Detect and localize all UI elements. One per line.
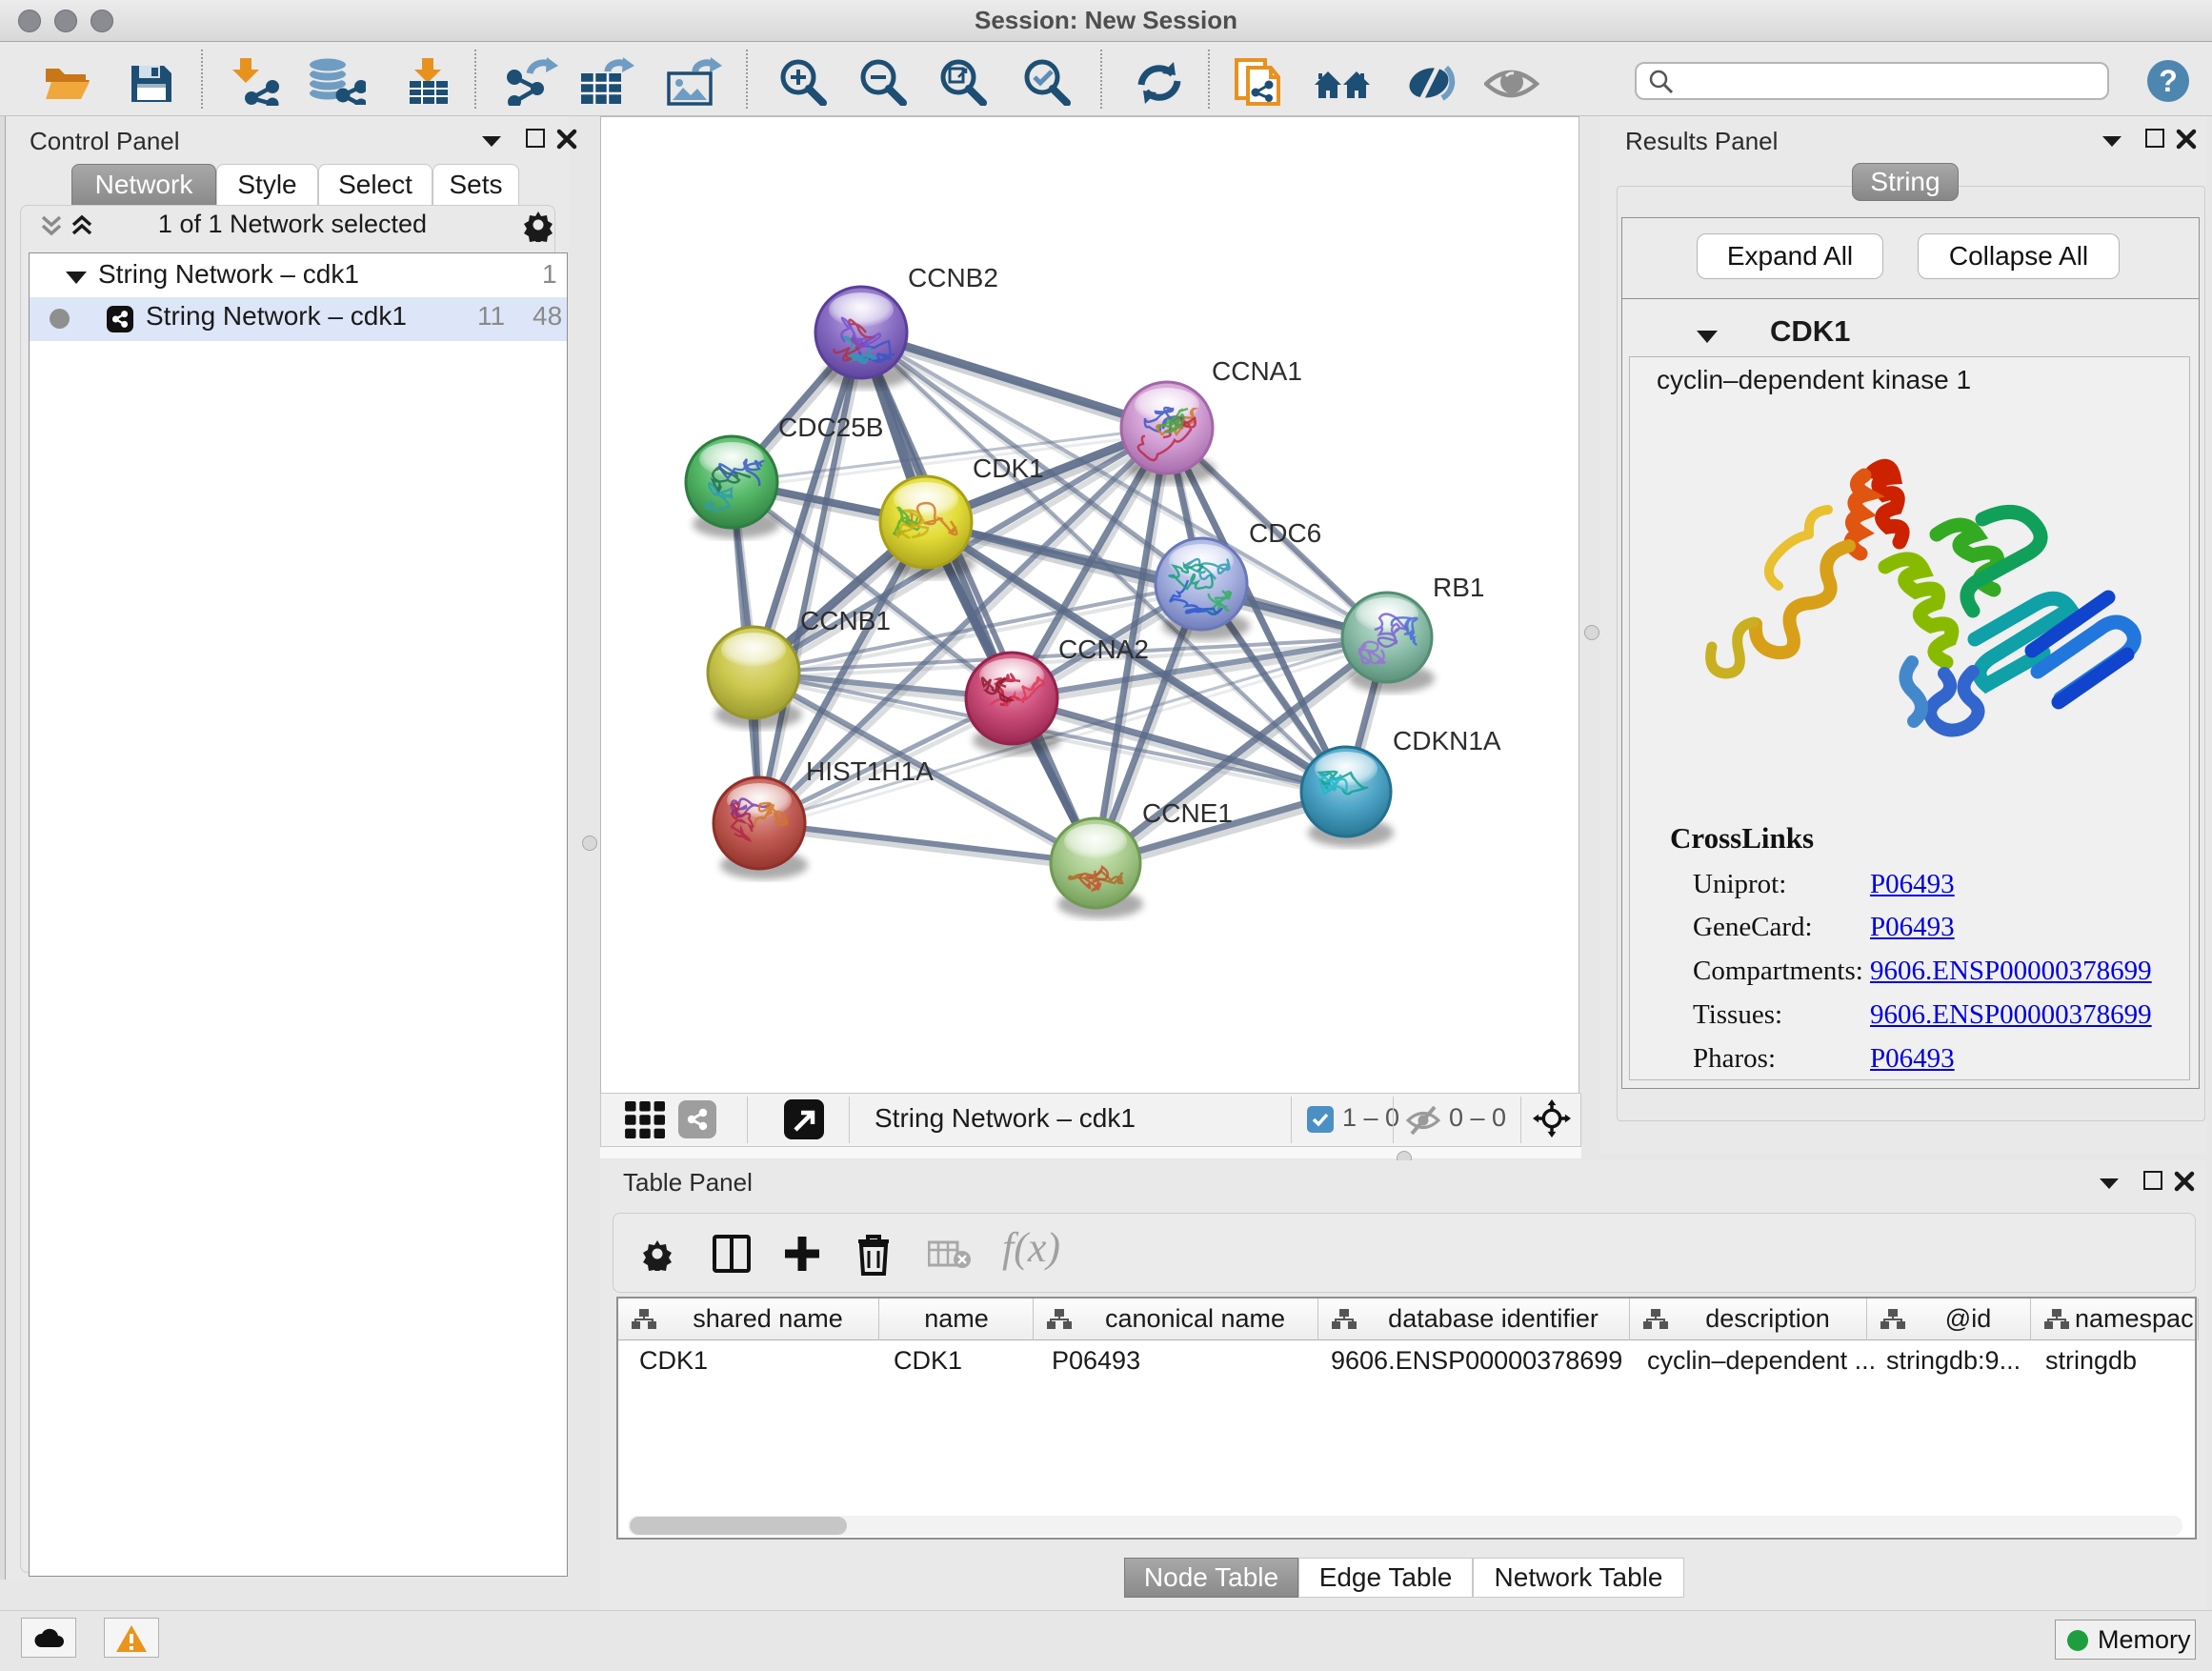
svg-text:CCNB2: CCNB2 [908,263,998,292]
svg-text:CCNB1: CCNB1 [800,606,891,635]
svg-text:CCNA2: CCNA2 [1058,634,1149,664]
svg-text:CDK1: CDK1 [973,453,1044,483]
svg-text:HIST1H1A: HIST1H1A [806,756,934,786]
svg-text:RB1: RB1 [1433,573,1484,602]
svg-text:CCNA1: CCNA1 [1212,356,1302,386]
svg-text:CDC6: CDC6 [1249,518,1321,548]
svg-text:CCNE1: CCNE1 [1142,798,1233,828]
svg-text:CDC25B: CDC25B [778,413,883,442]
svg-text:CDKN1A: CDKN1A [1393,726,1501,755]
